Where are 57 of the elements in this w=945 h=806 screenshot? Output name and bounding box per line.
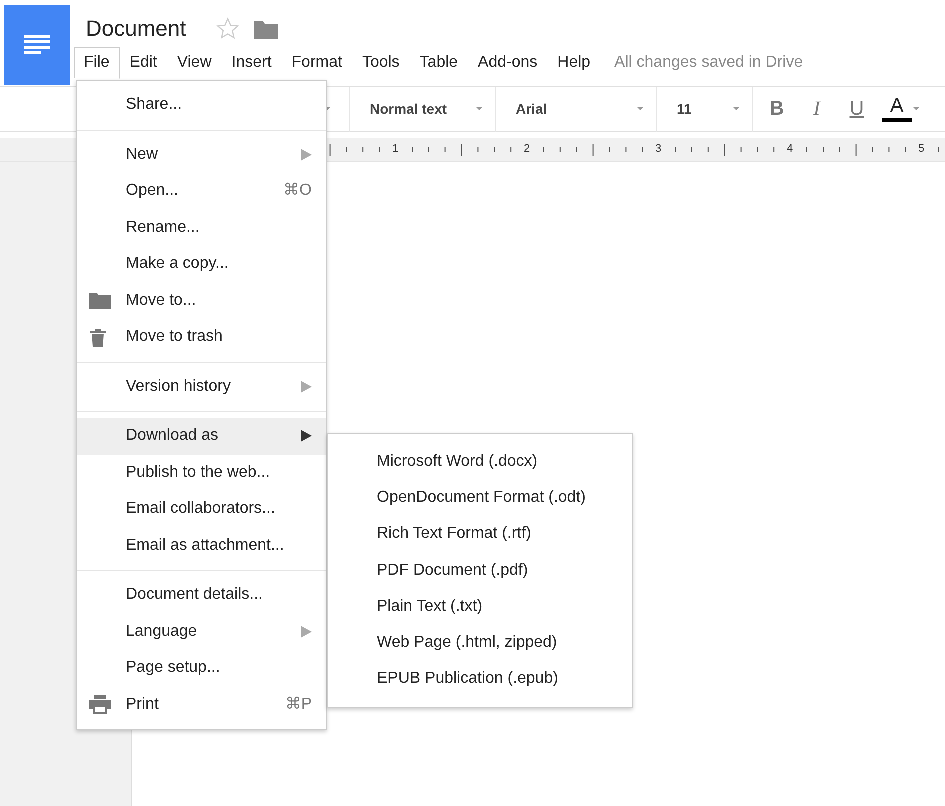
menu-item[interactable]: PDF Document (.pdf): [328, 552, 632, 589]
text-color-button[interactable]: A: [877, 92, 917, 126]
menu-item[interactable]: Rich Text Format (.rtf): [328, 516, 632, 553]
menu-item[interactable]: Table: [410, 47, 468, 79]
printer-icon: [89, 695, 111, 714]
menu-item[interactable]: EPUB Publication (.epub): [328, 661, 632, 698]
ruler-number: 3: [654, 144, 664, 155]
menu-item[interactable]: Move to...: [77, 282, 326, 319]
menu-item[interactable]: OpenDocument Format (.odt): [328, 480, 632, 516]
caret-icon: [637, 107, 644, 111]
menu-item[interactable]: Share...: [77, 87, 326, 124]
menu-item[interactable]: Print ⌘P: [77, 686, 326, 723]
save-status: All changes saved in Drive: [614, 53, 804, 73]
italic-button[interactable]: I: [797, 92, 837, 126]
menu-item[interactable]: Help: [548, 47, 601, 79]
menu-item[interactable]: Web Page (.html, zipped): [328, 624, 632, 662]
menu-item[interactable]: Add-ons: [468, 47, 548, 79]
menu-item[interactable]: Rename...: [77, 210, 326, 246]
menu-item[interactable]: Move to trash: [77, 319, 326, 356]
folder-icon: [89, 291, 111, 310]
menu-item[interactable]: Edit: [120, 47, 168, 79]
menu-item[interactable]: Publish to the web...: [77, 454, 326, 491]
menu-item[interactable]: Insert: [222, 47, 282, 79]
caret-icon: [733, 107, 740, 111]
menu-item[interactable]: Tools: [352, 47, 410, 79]
shortcut-label: ⌘P: [285, 694, 312, 715]
document-title[interactable]: Document: [86, 18, 186, 40]
menu-item[interactable]: Language: [77, 614, 326, 650]
folder-icon[interactable]: [254, 19, 278, 39]
menu-item[interactable]: Email collaborators...: [77, 491, 326, 528]
underline-button[interactable]: U: [837, 92, 877, 126]
docs-logo[interactable]: [4, 5, 70, 85]
menu-item[interactable]: Page setup...: [77, 650, 326, 686]
style-dropdown[interactable]: Normal text: [350, 86, 495, 132]
ruler-number: 1: [390, 144, 400, 155]
menu-item[interactable]: Format: [282, 47, 352, 79]
bold-button[interactable]: B: [757, 92, 797, 126]
shortcut-label: ⌘O: [284, 181, 312, 202]
menu-item[interactable]: Microsoft Word (.docx): [328, 444, 632, 480]
star-icon[interactable]: [216, 17, 240, 41]
font-dropdown[interactable]: Arial: [496, 86, 656, 132]
menu-item[interactable]: Plain Text (.txt): [328, 588, 632, 625]
font-size-dropdown[interactable]: 11: [657, 86, 752, 132]
ruler-number: 5: [916, 144, 926, 155]
menu-item[interactable]: Open... ⌘O: [77, 173, 326, 210]
menu-item[interactable]: New: [77, 136, 326, 173]
ruler-number: 2: [522, 144, 532, 155]
ruler-number: 4: [785, 144, 795, 155]
menu-item[interactable]: Download as: [77, 418, 326, 454]
menu-item[interactable]: Make a copy...: [77, 246, 326, 282]
menu-item[interactable]: View: [167, 47, 222, 79]
menu-item[interactable]: Document details...: [77, 577, 326, 614]
caret-icon: [476, 107, 483, 111]
menu-item[interactable]: Email as attachment...: [77, 528, 326, 564]
caret-icon: [913, 107, 920, 111]
menu-item[interactable]: Version history: [77, 368, 326, 405]
menu-item[interactable]: File: [74, 47, 120, 79]
